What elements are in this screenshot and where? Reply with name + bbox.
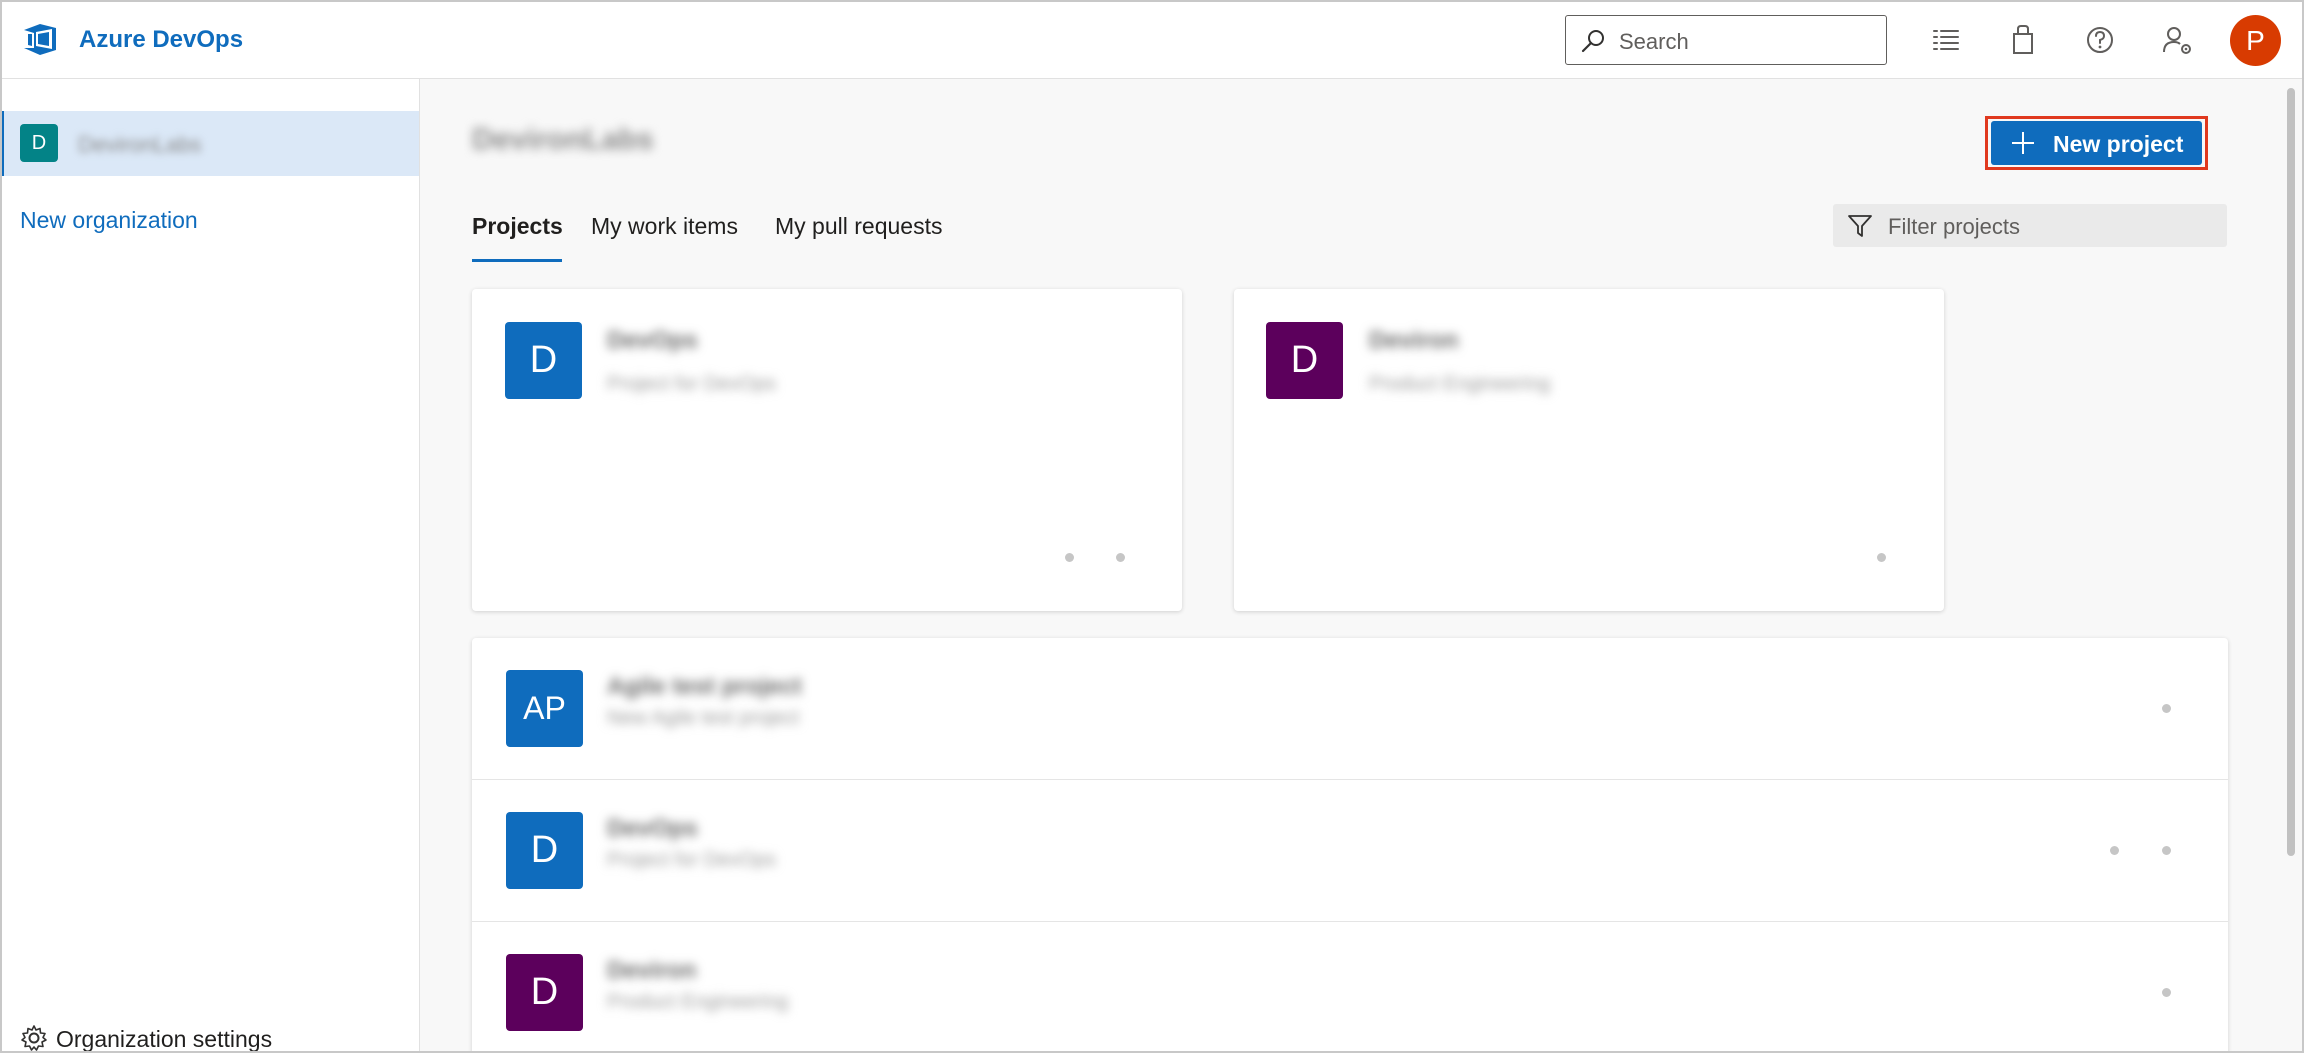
- project-card[interactable]: D DevOps Project for DevOps: [472, 289, 1182, 611]
- project-description: New Agile test project: [607, 707, 800, 729]
- plus-icon: [2012, 132, 2034, 154]
- filter-icon: [1848, 215, 1872, 237]
- brand-name[interactable]: Azure DevOps: [79, 26, 243, 54]
- organization-settings-label: Organization settings: [56, 1026, 273, 1052]
- project-description: Product Engineering: [607, 991, 789, 1013]
- project-badge: D: [506, 954, 583, 1031]
- search-icon: [1581, 30, 1604, 53]
- list-item[interactable]: AP Agile test project New Agile test pro…: [472, 638, 2228, 780]
- gear-icon: [21, 1025, 47, 1051]
- project-card[interactable]: D Deviron Product Engineering: [1234, 289, 1944, 611]
- search-box[interactable]: Search: [1565, 15, 1887, 65]
- new-organization-link[interactable]: New organization: [20, 207, 198, 234]
- status-dot: [1877, 553, 1886, 562]
- project-badge: D: [505, 322, 582, 399]
- filter-projects-box[interactable]: Filter projects: [1833, 204, 2227, 247]
- search-placeholder: Search: [1619, 29, 1689, 54]
- filter-placeholder: Filter projects: [1888, 214, 2021, 239]
- project-badge: D: [1266, 322, 1343, 399]
- project-name[interactable]: Deviron: [607, 957, 696, 985]
- marketplace-bag-icon[interactable]: [2005, 22, 2041, 58]
- tab-projects[interactable]: Projects: [472, 213, 563, 240]
- org-badge: D: [20, 124, 58, 162]
- sidebar: D DevironLabs New organization Organizat…: [0, 79, 420, 1053]
- page-title: DevironLabs: [472, 123, 654, 156]
- tab-my-work-items[interactable]: My work items: [591, 213, 738, 240]
- status-dot: [2110, 846, 2119, 855]
- project-name[interactable]: DevOps: [607, 327, 698, 355]
- help-icon[interactable]: [2082, 22, 2118, 58]
- scrollbar[interactable]: [2287, 88, 2295, 856]
- project-description: Project for DevOps: [607, 849, 776, 871]
- project-badge: D: [506, 812, 583, 889]
- project-name[interactable]: Deviron: [1369, 327, 1458, 355]
- new-project-label: New project: [2053, 131, 2184, 157]
- status-dot: [1065, 553, 1074, 562]
- project-badge: AP: [506, 670, 583, 747]
- top-bar: Azure DevOps Search P: [0, 0, 2304, 79]
- work-items-icon[interactable]: [1928, 22, 1964, 58]
- new-project-button[interactable]: New project: [1991, 121, 2202, 165]
- status-dot: [2162, 988, 2171, 997]
- list-item[interactable]: D Deviron Product Engineering: [472, 922, 2228, 1053]
- user-settings-icon[interactable]: [2159, 22, 2195, 58]
- project-description: Product Engineering: [1369, 373, 1551, 395]
- status-dot: [2162, 846, 2171, 855]
- azure-devops-logo-icon[interactable]: [22, 20, 58, 58]
- org-name: DevironLabs: [78, 132, 202, 157]
- active-tab-indicator: [472, 259, 562, 262]
- user-avatar[interactable]: P: [2230, 15, 2281, 66]
- tab-my-pull-requests[interactable]: My pull requests: [775, 213, 942, 240]
- sidebar-item-organization[interactable]: D DevironLabs: [0, 111, 419, 176]
- project-description: Project for DevOps: [607, 373, 776, 395]
- project-list: AP Agile test project New Agile test pro…: [472, 638, 2228, 1053]
- list-item[interactable]: D DevOps Project for DevOps: [472, 780, 2228, 922]
- project-name[interactable]: Agile test project: [607, 673, 802, 701]
- status-dot: [2162, 704, 2171, 713]
- status-dot: [1116, 553, 1125, 562]
- project-name[interactable]: DevOps: [607, 815, 698, 843]
